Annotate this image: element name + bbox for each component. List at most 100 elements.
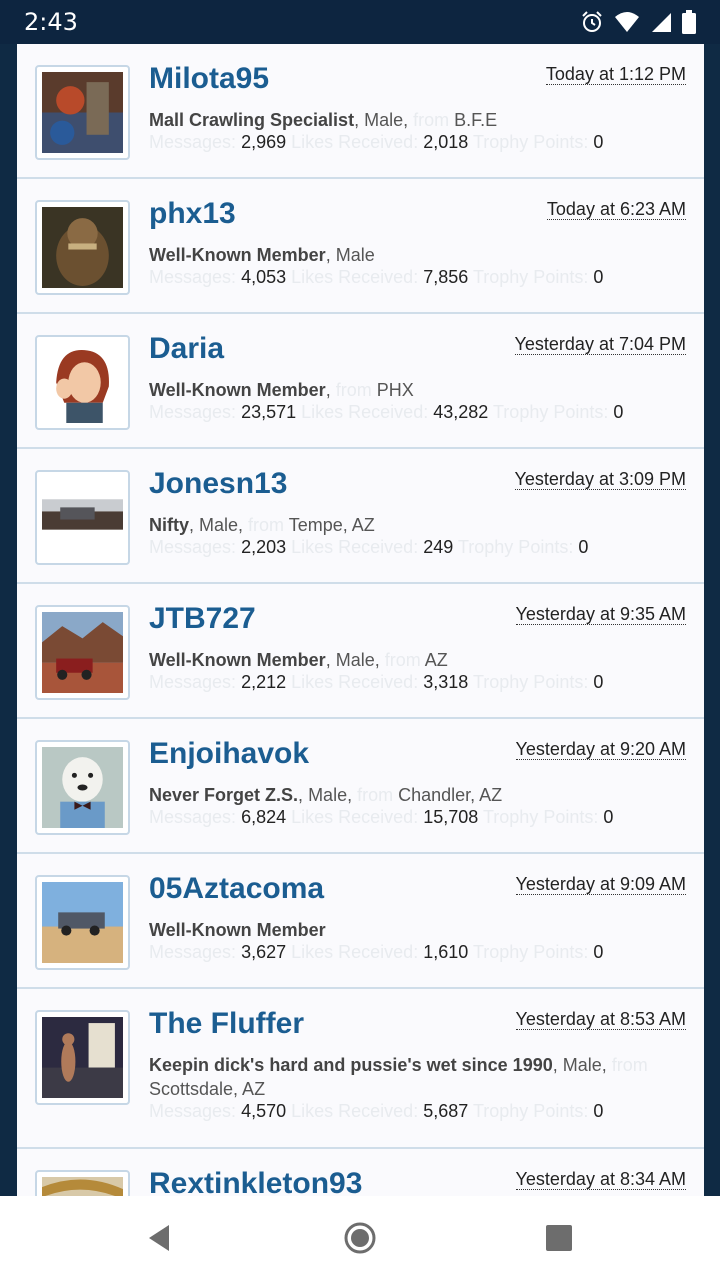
messages-count: 4,053 xyxy=(241,267,287,287)
likes-label: Likes Received: xyxy=(301,402,429,422)
username[interactable]: Jonesn13 xyxy=(149,467,287,501)
user-location: PHX xyxy=(376,380,414,400)
list-item[interactable]: JTB727 Yesterday at 9:35 AM Well-Known M… xyxy=(17,584,704,719)
messages-count: 2,212 xyxy=(241,672,287,692)
user-title: Nifty xyxy=(149,515,189,535)
user-stats: Messages: 2,203 Likes Received: 249 Trop… xyxy=(149,537,588,558)
last-seen-time[interactable]: Yesterday at 9:20 AM xyxy=(515,739,686,760)
username[interactable]: Rextinkleton93 xyxy=(149,1167,362,1196)
messages-count: 2,203 xyxy=(241,537,287,557)
trophy-count: 0 xyxy=(593,1101,604,1121)
user-title: Well-Known Member xyxy=(149,650,326,670)
avatar-image xyxy=(42,882,123,963)
user-location: AZ xyxy=(424,650,448,670)
user-info: Well-Known Member, Male xyxy=(149,245,375,265)
avatar[interactable] xyxy=(35,605,130,700)
user-gender: Male xyxy=(335,650,375,670)
avatar[interactable] xyxy=(35,65,130,160)
user-info: Never Forget Z.S., Male, from Chandler, … xyxy=(149,785,503,805)
user-title: Well-Known Member xyxy=(149,920,326,940)
last-seen-time[interactable]: Yesterday at 8:53 AM xyxy=(515,1009,686,1030)
avatar-image xyxy=(42,72,123,153)
list-item[interactable]: 05Aztacoma Yesterday at 9:09 AM Well-Kno… xyxy=(17,854,704,989)
likes-label: Likes Received: xyxy=(291,807,419,827)
last-seen-time[interactable]: Yesterday at 9:09 AM xyxy=(515,874,686,895)
last-seen-time[interactable]: Yesterday at 9:35 AM xyxy=(515,604,686,625)
user-gender: Male xyxy=(308,785,348,805)
avatar[interactable] xyxy=(35,1170,130,1196)
avatar[interactable] xyxy=(35,1010,130,1105)
username[interactable]: 05Aztacoma xyxy=(149,872,324,906)
trophy-label: Trophy Points: xyxy=(482,807,599,827)
trophy-count: 0 xyxy=(593,267,604,287)
avatar[interactable] xyxy=(35,200,130,295)
status-bar: 2:43 xyxy=(0,0,720,44)
list-item[interactable]: phx13 Today at 6:23 AM Well-Known Member… xyxy=(17,179,704,314)
avatar-image xyxy=(42,207,123,288)
likes-count: 43,282 xyxy=(433,402,489,422)
avatar[interactable] xyxy=(35,740,130,835)
user-gender: Male xyxy=(562,1055,602,1075)
user-info: Mall Crawling Specialist, Male, from B.F… xyxy=(149,110,498,130)
user-info: Well-Known Member xyxy=(149,918,689,942)
user-stats: Messages: 2,969 Likes Received: 2,018 Tr… xyxy=(149,132,603,153)
messages-label: Messages: xyxy=(149,807,237,827)
list-item[interactable]: Jonesn13 Yesterday at 3:09 PM Nifty, Mal… xyxy=(17,449,704,584)
last-seen-time[interactable]: Yesterday at 7:04 PM xyxy=(514,334,686,355)
trophy-count: 0 xyxy=(593,672,604,692)
username[interactable]: Milota95 xyxy=(149,62,269,96)
username[interactable]: phx13 xyxy=(149,197,236,231)
signal-icon xyxy=(652,13,671,32)
messages-label: Messages: xyxy=(149,1101,237,1121)
likes-count: 5,687 xyxy=(423,1101,469,1121)
user-gender: Male xyxy=(364,110,404,130)
user-location: Scottsdale, AZ xyxy=(149,1079,266,1099)
username[interactable]: Daria xyxy=(149,332,224,366)
list-item[interactable]: Enjoihavok Yesterday at 9:20 AM Never Fo… xyxy=(17,719,704,854)
last-seen-time[interactable]: Today at 6:23 AM xyxy=(546,199,686,220)
from-label: from xyxy=(248,515,285,535)
status-time: 2:43 xyxy=(24,8,78,36)
user-location: Chandler, AZ xyxy=(398,785,503,805)
list-item[interactable]: Milota95 Today at 1:12 PM Mall Crawling … xyxy=(17,44,704,179)
last-seen-time[interactable]: Today at 1:12 PM xyxy=(545,64,686,85)
username[interactable]: The Fluffer xyxy=(149,1007,304,1041)
avatar[interactable] xyxy=(35,875,130,970)
username[interactable]: Enjoihavok xyxy=(149,737,309,771)
user-location: B.F.E xyxy=(454,110,498,130)
trophy-count: 0 xyxy=(578,537,589,557)
user-stats: Messages: 4,053 Likes Received: 7,856 Tr… xyxy=(149,267,603,288)
messages-label: Messages: xyxy=(149,132,237,152)
user-info: Nifty, Male, from Tempe, AZ xyxy=(149,515,375,535)
avatar-image xyxy=(42,1177,123,1196)
list-item[interactable]: The Fluffer Yesterday at 8:53 AM Keepin … xyxy=(17,989,704,1149)
likes-label: Likes Received: xyxy=(291,537,419,557)
likes-count: 3,318 xyxy=(423,672,469,692)
messages-label: Messages: xyxy=(149,267,237,287)
list-item[interactable]: Daria Yesterday at 7:04 PM Well-Known Me… xyxy=(17,314,704,449)
user-gender: Male xyxy=(335,245,375,265)
likes-label: Likes Received: xyxy=(291,672,419,692)
user-info: Well-Known Member, Male, from AZ xyxy=(149,650,448,670)
trophy-label: Trophy Points: xyxy=(472,1101,589,1121)
trophy-label: Trophy Points: xyxy=(472,942,589,962)
user-title: Well-Known Member xyxy=(149,245,326,265)
from-label: from xyxy=(413,110,450,130)
back-button[interactable] xyxy=(142,1220,178,1256)
messages-count: 3,627 xyxy=(241,942,287,962)
avatar[interactable] xyxy=(35,335,130,430)
likes-count: 7,856 xyxy=(423,267,469,287)
recents-button[interactable] xyxy=(541,1220,577,1256)
last-seen-time[interactable]: Yesterday at 8:34 AM xyxy=(515,1169,686,1190)
list-item[interactable]: Rextinkleton93 Yesterday at 8:34 AM xyxy=(17,1149,704,1196)
avatar-image xyxy=(42,1017,123,1098)
username[interactable]: JTB727 xyxy=(149,602,256,636)
from-label: from xyxy=(335,380,372,400)
user-info: Well-Known Member, from PHX xyxy=(149,380,414,400)
avatar[interactable] xyxy=(35,470,130,565)
home-button[interactable] xyxy=(342,1220,378,1256)
last-seen-time[interactable]: Yesterday at 3:09 PM xyxy=(514,469,686,490)
trophy-label: Trophy Points: xyxy=(472,132,589,152)
likes-count: 1,610 xyxy=(423,942,469,962)
navigation-bar xyxy=(0,1196,720,1280)
